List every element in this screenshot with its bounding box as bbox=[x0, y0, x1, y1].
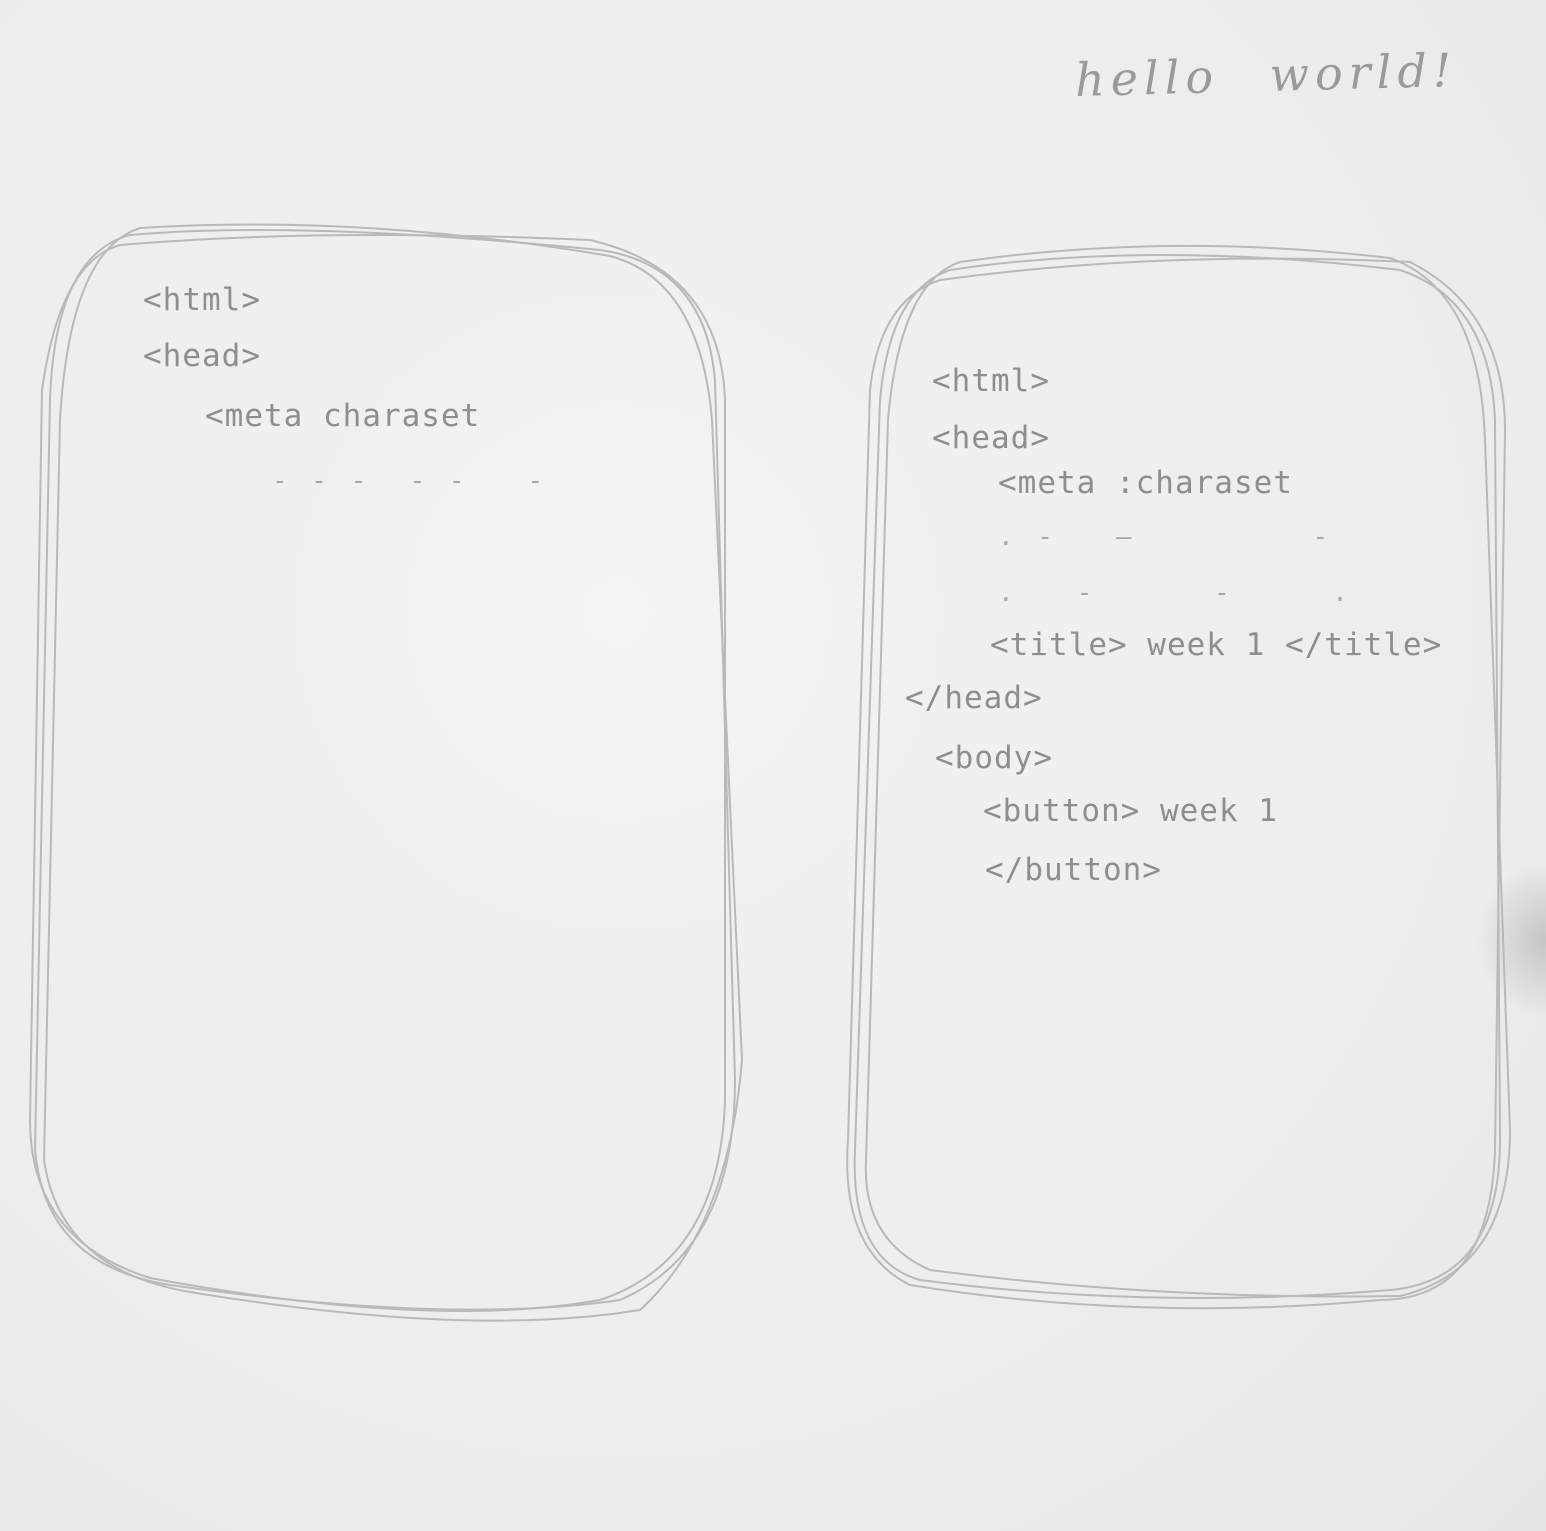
right-line-body: <body> bbox=[935, 740, 1053, 776]
right-phone-outline bbox=[846, 244, 1512, 1310]
right-line-meta: <meta :charaset bbox=[998, 465, 1293, 501]
left-line-html: <html> bbox=[143, 282, 261, 318]
left-line-meta: <meta charaset bbox=[205, 398, 481, 434]
heading-text: hello world! bbox=[1074, 43, 1458, 107]
right-line-html: <html> bbox=[932, 363, 1050, 399]
right-line-title: <title> week 1 </title> bbox=[990, 627, 1443, 663]
right-placeholder-dashes-1: . - — - bbox=[998, 522, 1333, 552]
left-line-head: <head> bbox=[143, 338, 261, 374]
right-line-button: <button> week 1 bbox=[983, 793, 1278, 829]
right-line-head-close: </head> bbox=[905, 680, 1043, 716]
right-line-button-close: </button> bbox=[985, 852, 1162, 888]
right-line-head: <head> bbox=[932, 420, 1050, 456]
phone-sketches bbox=[28, 223, 1512, 1322]
left-phone-outline bbox=[28, 223, 744, 1322]
left-placeholder-dashes: - - - - - - bbox=[272, 466, 548, 496]
right-placeholder-dashes-2: . - - . bbox=[998, 578, 1352, 608]
